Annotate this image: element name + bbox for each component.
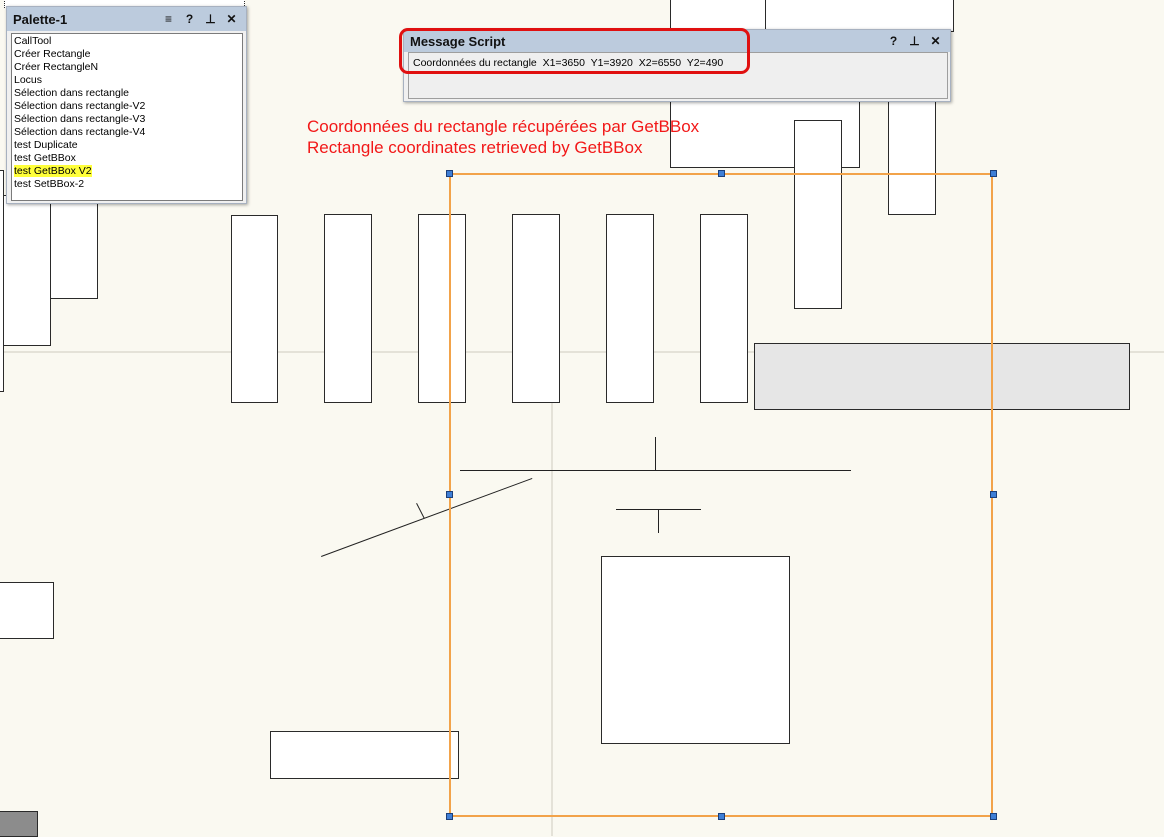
list-item[interactable]: test GetBBox bbox=[14, 152, 240, 165]
drawing-rectangle[interactable] bbox=[765, 0, 954, 32]
pin-icon[interactable]: ⊥ bbox=[200, 12, 221, 26]
menu-icon[interactable]: ≡ bbox=[158, 12, 179, 26]
annotation-text: Coordonnées du rectangle récupérées par … bbox=[307, 116, 699, 158]
message-script-window: Message Script ? ⊥ ✕ Coordonnées du rect… bbox=[403, 29, 951, 102]
list-item[interactable]: Sélection dans rectangle bbox=[14, 87, 240, 100]
annotation-line-french: Coordonnées du rectangle récupérées par … bbox=[307, 117, 700, 136]
list-item[interactable]: Sélection dans rectangle-V3 bbox=[14, 113, 240, 126]
resize-handle-top[interactable] bbox=[718, 170, 725, 177]
help-icon[interactable]: ? bbox=[179, 12, 200, 26]
list-item-selected[interactable]: test GetBBox V2 bbox=[14, 165, 240, 178]
palette-titlebar[interactable]: Palette-1 ≡ ? ⊥ ✕ bbox=[7, 7, 246, 31]
message-script-titlebar[interactable]: Message Script ? ⊥ ✕ bbox=[404, 30, 950, 52]
drawing-rectangle[interactable] bbox=[231, 215, 278, 403]
drawing-rectangle[interactable] bbox=[324, 214, 372, 403]
close-icon[interactable]: ✕ bbox=[221, 12, 242, 26]
annotation-line-english: Rectangle coordinates retrieved by GetBB… bbox=[307, 138, 643, 157]
pin-icon[interactable]: ⊥ bbox=[904, 34, 925, 48]
list-item[interactable]: CallTool bbox=[14, 35, 240, 48]
drawing-rectangle[interactable] bbox=[3, 195, 51, 346]
resize-handle-bottom-right[interactable] bbox=[990, 813, 997, 820]
close-icon[interactable]: ✕ bbox=[925, 34, 946, 48]
message-output[interactable]: Coordonnées du rectangle X1=3650 Y1=3920… bbox=[408, 52, 948, 99]
selection-bounding-box[interactable] bbox=[449, 173, 993, 817]
resize-handle-left[interactable] bbox=[446, 491, 453, 498]
message-script-title: Message Script bbox=[410, 33, 506, 49]
list-item[interactable]: Sélection dans rectangle-V2 bbox=[14, 100, 240, 113]
drawing-rectangle[interactable] bbox=[0, 811, 38, 837]
list-item[interactable]: Locus bbox=[14, 74, 240, 87]
script-list[interactable]: CallTool Créer Rectangle Créer Rectangle… bbox=[11, 33, 243, 201]
drawing-rectangle[interactable] bbox=[670, 0, 766, 32]
list-item[interactable]: Créer RectangleN bbox=[14, 61, 240, 74]
resize-handle-top-left[interactable] bbox=[446, 170, 453, 177]
drawing-line[interactable] bbox=[416, 503, 425, 519]
list-item[interactable]: test Duplicate bbox=[14, 139, 240, 152]
list-item[interactable]: Sélection dans rectangle-V4 bbox=[14, 126, 240, 139]
palette-window: Palette-1 ≡ ? ⊥ ✕ CallTool Créer Rectang… bbox=[6, 6, 247, 204]
help-icon[interactable]: ? bbox=[883, 34, 904, 48]
list-item[interactable]: test SetBBox-2 bbox=[14, 178, 240, 191]
resize-handle-bottom-left[interactable] bbox=[446, 813, 453, 820]
palette-title: Palette-1 bbox=[13, 11, 68, 27]
drawing-rectangle[interactable] bbox=[270, 731, 459, 779]
list-item[interactable]: Créer Rectangle bbox=[14, 48, 240, 61]
resize-handle-right[interactable] bbox=[990, 491, 997, 498]
drawing-rectangle[interactable] bbox=[50, 195, 98, 299]
resize-handle-top-right[interactable] bbox=[990, 170, 997, 177]
resize-handle-bottom[interactable] bbox=[718, 813, 725, 820]
drawing-rectangle[interactable] bbox=[0, 582, 54, 639]
